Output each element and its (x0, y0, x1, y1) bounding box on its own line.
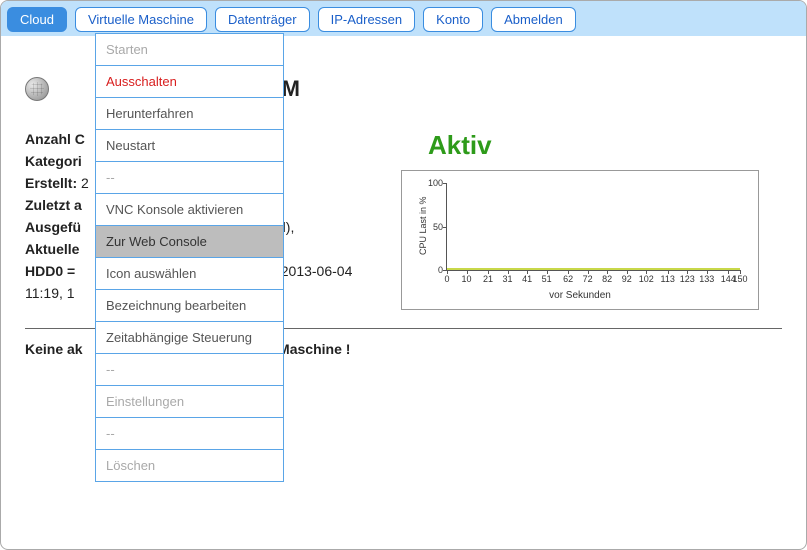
chart-series-line (447, 268, 740, 270)
dd-web-console[interactable]: Zur Web Console (96, 226, 283, 258)
cpu-chart: CPU Last in % 100 50 0 01021314151627282… (401, 170, 759, 310)
x-tick-10: 10 (462, 274, 472, 284)
x-tick-21: 21 (483, 274, 493, 284)
lbl-last: Zuletzt a (25, 197, 82, 213)
dd-sep2: -- (96, 354, 283, 386)
dd-rename[interactable]: Bezeichnung bearbeiten (96, 290, 283, 322)
x-tick-113: 113 (661, 274, 675, 284)
dd-sep3: -- (96, 418, 283, 450)
tab-disks[interactable]: Datenträger (215, 7, 310, 32)
lbl-cpu: Anzahl C (25, 131, 85, 147)
vm-dropdown: StartenAusschaltenHerunterfahrenNeustart… (95, 33, 284, 482)
x-tick-150: 150 (732, 274, 747, 284)
x-tick-92: 92 (622, 274, 632, 284)
tab-cloud[interactable]: Cloud (7, 7, 67, 32)
x-tick-41: 41 (522, 274, 532, 284)
lbl-hdd: HDD0 = (25, 263, 75, 279)
x-tick-72: 72 (583, 274, 593, 284)
x-tick-31: 31 (503, 274, 513, 284)
dd-shutdown[interactable]: Herunterfahren (96, 98, 283, 130)
tab-account[interactable]: Konto (423, 7, 483, 32)
status-badge: Aktiv (428, 130, 492, 161)
y-tick-100: 100 (419, 178, 443, 188)
lbl-created: Erstellt: (25, 175, 77, 191)
x-tick-0: 0 (444, 274, 449, 284)
x-tick-102: 102 (639, 274, 654, 284)
val-created: 2 (81, 175, 89, 191)
y-tick-0: 0 (419, 265, 443, 275)
y-tick-50: 50 (419, 222, 443, 232)
x-tick-51: 51 (542, 274, 552, 284)
lbl-current: Aktuelle (25, 241, 79, 257)
x-tick-123: 123 (680, 274, 695, 284)
dd-restart[interactable]: Neustart (96, 130, 283, 162)
dd-vnc[interactable]: VNC Konsole aktivieren (96, 194, 283, 226)
lbl-exec: Ausgefü (25, 219, 81, 235)
dd-settings: Einstellungen (96, 386, 283, 418)
x-tick-82: 82 (602, 274, 612, 284)
dd-start: Starten (96, 34, 283, 66)
dd-delete: Löschen (96, 450, 283, 481)
chart-plot-area: 100 50 0 0102131415162728292102113123133… (446, 183, 740, 271)
tab-vm[interactable]: Virtuelle Maschine (75, 7, 207, 32)
dd-poweroff[interactable]: Ausschalten (96, 66, 283, 98)
x-tick-133: 133 (699, 274, 714, 284)
lbl-category: Kategori (25, 153, 82, 169)
tab-logout[interactable]: Abmelden (491, 7, 576, 32)
tab-ips[interactable]: IP-Adressen (318, 7, 416, 32)
dd-sep1: -- (96, 162, 283, 194)
dd-icon[interactable]: Icon auswählen (96, 258, 283, 290)
globe-icon (25, 77, 49, 101)
nav-bar: Cloud Virtuelle Maschine Datenträger IP-Adr… (1, 1, 806, 36)
dd-schedule[interactable]: Zeitabhängige Steuerung (96, 322, 283, 354)
jobs-msg-before: Keine ak (25, 341, 83, 357)
chart-x-label: vor Sekunden (412, 290, 748, 301)
x-tick-62: 62 (563, 274, 573, 284)
val-hdd-line2: 11:19, 1 (25, 285, 75, 301)
